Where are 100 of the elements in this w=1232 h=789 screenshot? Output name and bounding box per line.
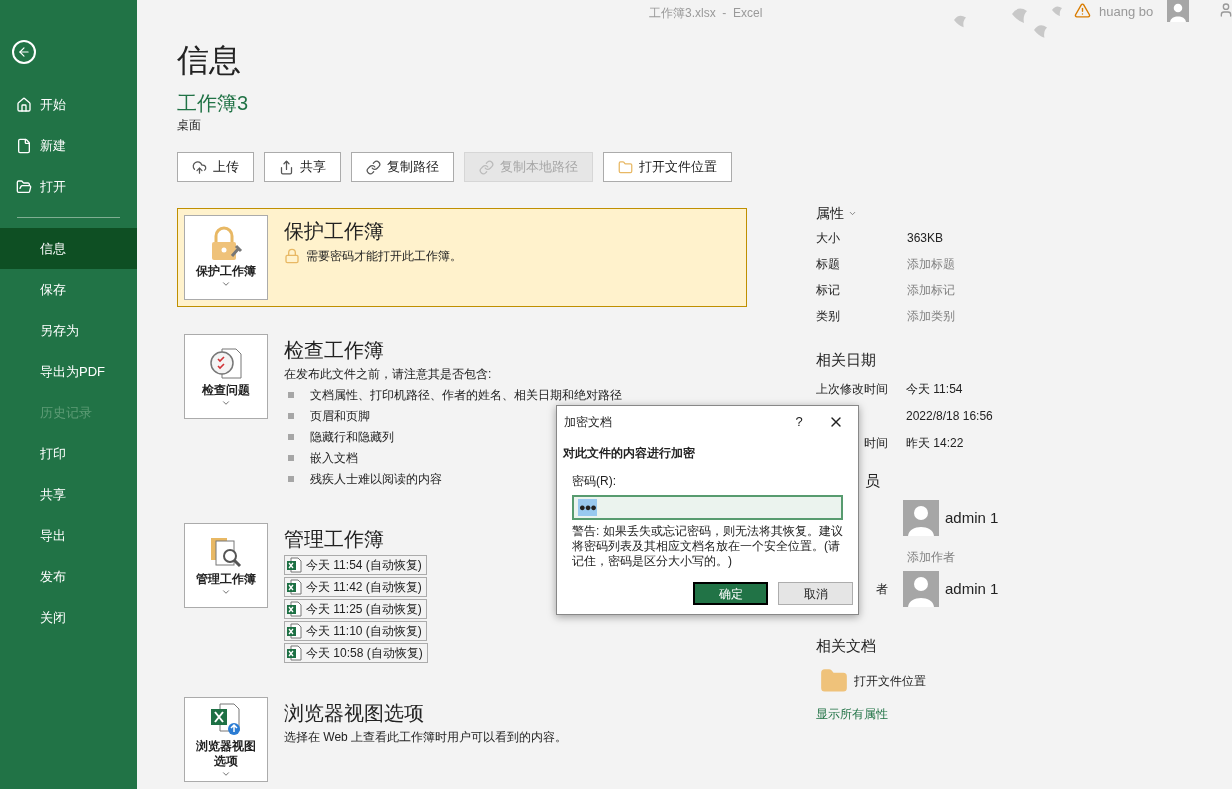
workbook-name: 工作簿3 [177, 91, 250, 116]
date-label: 时间 [864, 434, 888, 452]
date-label: 上次修改时间 [816, 380, 888, 398]
property-link[interactable]: 添加标题 [907, 255, 955, 273]
excel-file-icon [286, 579, 302, 595]
version-link[interactable]: 今天 10:58 (自动恢复) [284, 643, 428, 663]
inspect-item: 页眉和页脚 [310, 407, 370, 425]
action-button[interactable]: 上传 [177, 152, 254, 182]
sidebar-item[interactable]: 导出为PDF [0, 351, 137, 392]
sidebar-item[interactable]: 信息 [0, 228, 137, 269]
section-button[interactable]: 管理工作簿 [184, 523, 268, 608]
version-link[interactable]: 今天 11:10 (自动恢复) [284, 621, 427, 641]
sidebar-item-icon [16, 137, 32, 154]
action-icon [618, 159, 633, 175]
ok-button[interactable]: 确定 [693, 582, 768, 605]
workbook-location: 桌面 [177, 117, 202, 134]
browser-description: 选择在 Web 上查看此工作簿时用户可以看到的内容。 [284, 729, 568, 746]
cancel-button[interactable]: 取消 [778, 582, 853, 605]
protection-note: 需要密码才能打开此工作簿。 [306, 248, 462, 265]
window-title: 工作簿3.xlsx - Excel [649, 5, 763, 22]
sidebar-item[interactable]: 共享 [0, 474, 137, 515]
inspect-item: 嵌入文档 [310, 449, 358, 467]
section-button[interactable]: 检查问题 [184, 334, 268, 419]
sidebar-item[interactable]: 发布 [0, 556, 137, 597]
people-heading: 员 [865, 471, 880, 491]
version-link[interactable]: 今天 11:42 (自动恢复) [284, 577, 427, 597]
sidebar-item[interactable]: 另存为 [0, 310, 137, 351]
bullet-icon [288, 412, 294, 419]
author-name: admin 1 [945, 507, 999, 528]
open-location-link[interactable]: 打开文件位置 [816, 667, 1116, 695]
action-icon [366, 159, 381, 175]
sidebar-item[interactable]: 保存 [0, 269, 137, 310]
chevron-icon [221, 279, 231, 289]
version-link[interactable]: 今天 11:25 (自动恢复) [284, 599, 427, 619]
sidebar-item[interactable]: 打印 [0, 433, 137, 474]
dialog-title: 加密文档 [564, 414, 613, 431]
section-title: 管理工作簿 [284, 527, 385, 552]
bullet-icon [288, 475, 294, 482]
date-value: 昨天 14:22 [906, 434, 964, 452]
inspect-item: 隐藏行和隐藏列 [310, 428, 394, 446]
chevron-icon [221, 398, 231, 408]
action-icon [192, 159, 207, 175]
date-value: 2022/8/18 16:56 [906, 407, 993, 425]
version-link[interactable]: 今天 11:54 (自动恢复) [284, 555, 427, 575]
action-button[interactable]: 打开文件位置 [603, 152, 732, 182]
dialog-heading: 对此文件的内容进行加密 [562, 445, 696, 462]
bullet-icon [288, 433, 294, 440]
section-button[interactable]: 浏览器视图选项 [184, 697, 268, 782]
inspect-item: 文档属性、打印机路径、作者的姓名、相关日期和绝对路径 [310, 386, 622, 404]
property-label: 大小 [816, 230, 841, 247]
property-value: 363KB [907, 230, 944, 247]
excel-file-icon [286, 645, 302, 661]
back-button[interactable] [12, 40, 36, 64]
sidebar-item-icon [16, 178, 32, 195]
excel-file-icon [286, 623, 302, 639]
action-button[interactable]: 共享 [264, 152, 341, 182]
bullet-icon [288, 391, 294, 398]
modifier-name: admin 1 [945, 578, 999, 599]
section-button[interactable]: 保护工作簿 [184, 215, 268, 300]
password-label: 密码(R): [571, 473, 617, 490]
avatar-icon [903, 571, 939, 607]
password-warning: 警告: 如果丢失或忘记密码，则无法将其恢复。建议将密码列表及其相应文档名放在一个安全位置。(请记住，密码是区分大小写的。) [571, 524, 844, 569]
inspect-item: 残疾人士难以阅读的内容 [310, 470, 442, 488]
section-title: 检查工作簿 [284, 338, 385, 363]
excel-file-icon [286, 601, 302, 617]
folder-icon [820, 667, 848, 695]
date-value: 今天 11:54 [906, 380, 963, 398]
related-docs-heading: 相关文档 [816, 636, 877, 656]
sidebar-item-icon [16, 96, 32, 113]
bullet-icon [288, 454, 294, 461]
help-button[interactable]: ? [784, 412, 814, 432]
section-title: 浏览器视图选项 [284, 701, 425, 726]
property-label: 标题 [816, 256, 841, 273]
account-icon[interactable] [1218, 2, 1232, 18]
property-label: 标记 [816, 282, 841, 299]
excel-file-icon [286, 557, 302, 573]
chevron-icon [221, 587, 231, 597]
password-field[interactable]: ●●● [572, 495, 843, 520]
property-label: 类别 [816, 308, 841, 325]
property-link[interactable]: 添加标记 [907, 281, 955, 299]
property-link[interactable]: 添加类别 [907, 307, 955, 325]
avatar-icon [903, 500, 939, 536]
show-all-properties-link[interactable]: 显示所有属性 [816, 705, 1116, 723]
dates-heading: 相关日期 [816, 350, 877, 370]
section-title: 保护工作簿 [284, 219, 385, 244]
action-icon [279, 159, 294, 175]
page-title: 信息 [177, 41, 242, 80]
sidebar-item[interactable]: 关闭 [0, 597, 137, 638]
modifier-label: 者 [876, 581, 888, 598]
inspect-intro: 在发布此文件之前，请注意其是否包含: [284, 366, 493, 383]
lock-icon [284, 248, 300, 264]
sidebar-item[interactable]: 打开 [0, 166, 137, 207]
sidebar-item[interactable]: 新建 [0, 125, 137, 166]
warning-icon [1074, 2, 1091, 19]
checklist-icon [208, 345, 244, 381]
action-button[interactable]: 复制路径 [351, 152, 454, 182]
sidebar-item[interactable]: 导出 [0, 515, 137, 556]
action-icon [479, 159, 494, 175]
sidebar-item[interactable]: 开始 [0, 84, 137, 125]
properties-heading[interactable]: 属性 [816, 202, 844, 224]
